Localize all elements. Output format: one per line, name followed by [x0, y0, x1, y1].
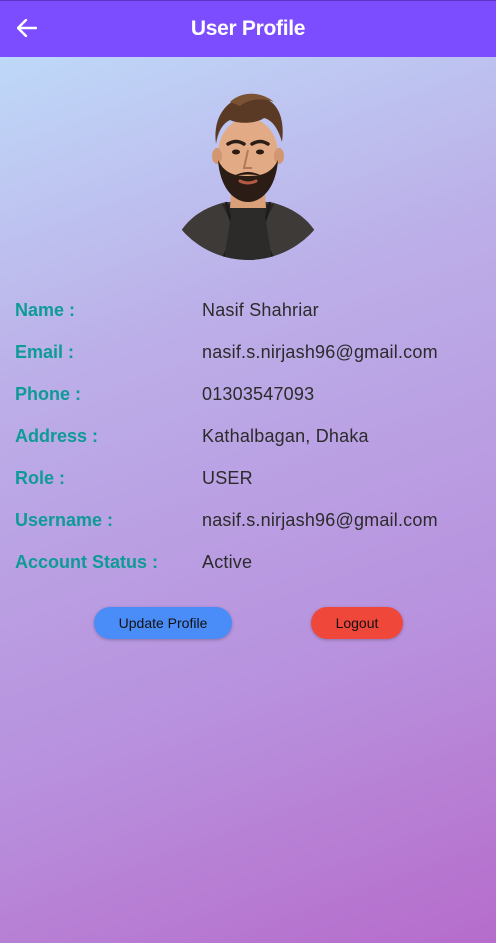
email-value: nasif.s.nirjash96@gmail.com: [202, 341, 438, 362]
profile-row-email: Email : nasif.s.nirjash96@gmail.com: [15, 337, 485, 367]
profile-row-role: Role : USER: [15, 463, 485, 493]
avatar: [170, 93, 326, 260]
profile-row-phone: Phone : 01303547093: [15, 379, 485, 409]
role-value: USER: [202, 467, 253, 488]
arrow-left-icon: [17, 19, 37, 37]
back-button[interactable]: [14, 15, 40, 41]
email-label: Email :: [15, 341, 75, 362]
name-value: Nasif Shahriar: [202, 299, 319, 320]
phone-value: 01303547093: [202, 383, 315, 404]
role-label: Role :: [15, 467, 66, 488]
account-status-value: Active: [202, 551, 253, 572]
account-status-label: Account Status :: [15, 551, 159, 572]
address-value: Kathalbagan, Dhaka: [202, 425, 369, 446]
logout-button[interactable]: Logout: [311, 607, 403, 639]
name-label: Name :: [15, 299, 76, 320]
app-bar: User Profile: [0, 0, 496, 57]
profile-row-address: Address : Kathalbagan, Dhaka: [15, 421, 485, 451]
profile-row-name: Name : Nasif Shahriar: [15, 295, 485, 325]
phone-label: Phone :: [15, 383, 81, 404]
address-label: Address :: [15, 425, 99, 446]
username-value: nasif.s.nirjash96@gmail.com: [202, 509, 438, 530]
username-label: Username :: [15, 509, 114, 530]
profile-row-username: Username : nasif.s.nirjash96@gmail.com: [15, 505, 485, 535]
page-title: User Profile: [190, 17, 306, 40]
update-profile-button[interactable]: Update Profile: [94, 607, 232, 639]
profile-row-account-status: Account Status : Active: [15, 547, 485, 577]
